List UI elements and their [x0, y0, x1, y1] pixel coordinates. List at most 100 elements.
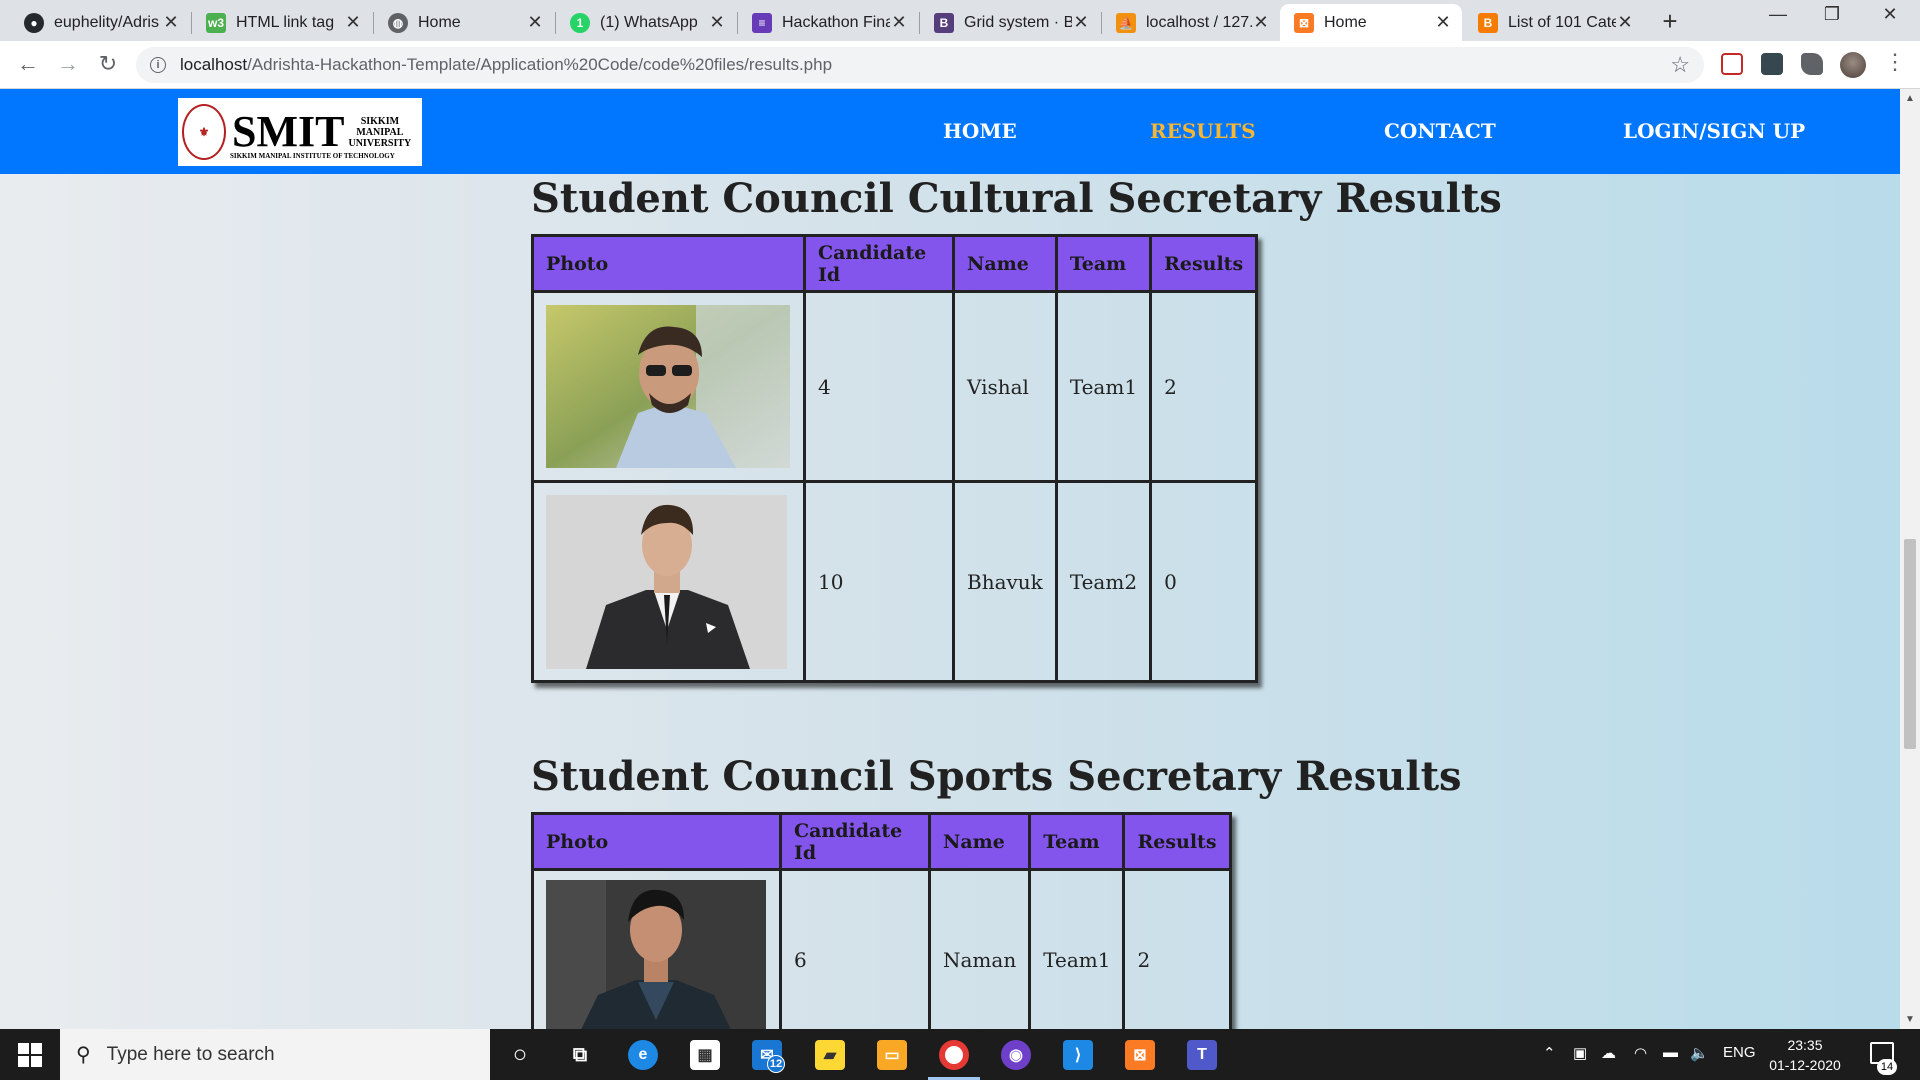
- clock-time: 23:35: [1787, 1037, 1823, 1053]
- col-candidate-id: Candidate Id: [803, 234, 955, 293]
- tab-hackathon[interactable]: ≡ Hackathon Fina ✕: [738, 4, 918, 41]
- edge-icon[interactable]: e: [628, 1040, 658, 1070]
- tab-phpmyadmin[interactable]: ⛵ localhost / 127. ✕: [1102, 4, 1280, 41]
- file-explorer-icon[interactable]: ▭: [877, 1040, 907, 1070]
- reload-icon[interactable]: ↻: [94, 51, 122, 77]
- candidate-photo-vishal: [546, 305, 790, 468]
- profile-avatar[interactable]: [1840, 52, 1866, 78]
- restore-button[interactable]: ❐: [1812, 4, 1852, 25]
- tab-bootstrap-grid[interactable]: B Grid system · B ✕: [920, 4, 1100, 41]
- tab-html-link-tag[interactable]: w3 HTML link tag ✕: [192, 4, 372, 41]
- table-header-row: Photo Candidate Id Name Team Results: [531, 812, 1232, 871]
- table-header-row: Photo Candidate Id Name Team Results: [531, 234, 1259, 293]
- tab-title: (1) WhatsApp: [600, 13, 698, 31]
- close-icon[interactable]: ✕: [526, 12, 544, 33]
- store-icon[interactable]: ▦: [690, 1040, 720, 1070]
- xampp-icon: ⊠: [1294, 12, 1314, 33]
- tab-title: Home: [418, 13, 461, 31]
- w3schools-icon: w3: [206, 12, 226, 33]
- taskbar-clock[interactable]: 23:35 01-12-2020: [1760, 1035, 1850, 1075]
- scrollbar-thumb[interactable]: [1904, 539, 1916, 749]
- back-icon[interactable]: ←: [14, 51, 42, 77]
- tab-title: Hackathon Fina: [782, 13, 890, 31]
- tab-title: Grid system · B: [964, 13, 1072, 31]
- url-input[interactable]: i localhost/Adrishta-Hackathon-Template/…: [136, 47, 1704, 83]
- candidate-team-cell: Team2: [1054, 480, 1153, 683]
- minimize-button[interactable]: —: [1758, 4, 1798, 25]
- whatsapp-icon: 1: [570, 12, 590, 33]
- close-icon[interactable]: ✕: [708, 12, 726, 33]
- tab-home-active[interactable]: ⊠ Home ✕: [1280, 4, 1462, 41]
- forward-icon[interactable]: →: [54, 51, 82, 77]
- notification-count-badge: 14: [1877, 1059, 1897, 1075]
- scroll-down-icon[interactable]: ▼: [1905, 1014, 1915, 1025]
- cultural-results-table: Photo Candidate Id Name Team Results 4 V…: [531, 234, 1259, 683]
- volume-icon[interactable]: 🔈: [1690, 1044, 1709, 1062]
- tab-blogger[interactable]: B List of 101 Cate ✕: [1464, 4, 1644, 41]
- sports-results-table: Photo Candidate Id Name Team Results 6 N…: [531, 812, 1232, 1029]
- col-photo: Photo: [531, 234, 806, 293]
- photo-cell: [531, 868, 782, 1029]
- smit-logo[interactable]: ⚜ SMIT SIKKIM MANIPAL UNIVERSITY SIKKIM …: [178, 98, 422, 166]
- show-hidden-icons[interactable]: ⌃: [1543, 1044, 1556, 1062]
- close-icon[interactable]: ✕: [1072, 12, 1090, 33]
- close-icon[interactable]: ✕: [344, 12, 362, 33]
- vscode-icon[interactable]: ⟩: [1063, 1040, 1093, 1070]
- nav-home-link[interactable]: HOME: [943, 119, 1017, 143]
- news-extension-icon[interactable]: [1761, 53, 1783, 75]
- wifi-icon[interactable]: ◠: [1634, 1044, 1647, 1062]
- tab-title: HTML link tag: [236, 13, 335, 31]
- taskbar-search-input[interactable]: ⚲ Type here to search: [60, 1029, 490, 1080]
- extensions-puzzle-icon[interactable]: [1801, 53, 1823, 75]
- scroll-up-icon[interactable]: ▲: [1905, 93, 1915, 104]
- tab-github[interactable]: ● euphelity/Adris ✕: [10, 4, 190, 41]
- windows-start-icon[interactable]: [18, 1043, 42, 1067]
- sticky-notes-icon[interactable]: ▰: [815, 1040, 845, 1070]
- github-desktop-icon[interactable]: ◉: [1001, 1040, 1031, 1070]
- new-tab-button[interactable]: +: [1655, 6, 1685, 37]
- mail-badge: 12: [767, 1055, 785, 1073]
- logo-university-text: SIKKIM MANIPAL UNIVERSITY: [348, 115, 412, 149]
- url-host: localhost: [180, 55, 248, 74]
- candidate-name-cell: Vishal: [952, 290, 1058, 483]
- task-view-icon[interactable]: ⧉: [565, 1040, 595, 1070]
- cortana-icon[interactable]: ○: [505, 1040, 535, 1070]
- candidate-photo-naman: [546, 879, 766, 1029]
- close-icon[interactable]: ✕: [1616, 12, 1634, 33]
- xampp-taskbar-icon[interactable]: ⊠: [1125, 1040, 1155, 1070]
- table-row: 4 Vishal Team1 2: [531, 290, 1259, 483]
- meet-now-icon[interactable]: ▣: [1573, 1044, 1587, 1062]
- browser-menu-icon[interactable]: ⋮: [1884, 49, 1906, 75]
- search-icon: ⚲: [76, 1044, 91, 1066]
- browser-tab-strip: ● euphelity/Adris ✕ w3 HTML link tag ✕ ◍…: [0, 0, 1920, 41]
- table-row: 10 Bhavuk Team2 0: [531, 480, 1259, 683]
- site-navbar: ⚜ SMIT SIKKIM MANIPAL UNIVERSITY SIKKIM …: [0, 89, 1900, 174]
- bookmark-star-icon[interactable]: ☆: [1670, 52, 1690, 78]
- pocket-extension-icon[interactable]: [1721, 53, 1743, 75]
- info-icon[interactable]: i: [150, 57, 166, 73]
- page-scrollbar[interactable]: ▲ ▼: [1900, 89, 1920, 1029]
- bootstrap-icon: B: [934, 12, 954, 33]
- close-window-button[interactable]: ✕: [1870, 4, 1910, 25]
- tab-whatsapp[interactable]: 1 (1) WhatsApp ✕: [556, 4, 736, 41]
- candidate-name-cell: Bhavuk: [952, 480, 1058, 683]
- close-icon[interactable]: ✕: [1434, 12, 1452, 33]
- nav-results-link[interactable]: RESULTS: [1150, 119, 1256, 143]
- col-photo: Photo: [531, 812, 782, 871]
- nav-contact-link[interactable]: CONTACT: [1384, 119, 1496, 143]
- close-icon[interactable]: ✕: [1252, 12, 1270, 33]
- tab-home[interactable]: ◍ Home ✕: [374, 4, 554, 41]
- language-indicator[interactable]: ENG: [1723, 1044, 1756, 1061]
- battery-icon[interactable]: ▬: [1663, 1044, 1678, 1061]
- close-icon[interactable]: ✕: [162, 12, 180, 33]
- url-path: /Adrishta-Hackathon-Template/Application…: [247, 55, 833, 74]
- close-icon[interactable]: ✕: [890, 12, 908, 33]
- nav-login-signup-link[interactable]: LOGIN/SIGN UP: [1623, 119, 1805, 143]
- cultural-secretary-title: Student Council Cultural Secretary Resul…: [531, 175, 1502, 222]
- candidate-team-cell: Team1: [1028, 868, 1126, 1029]
- onedrive-icon[interactable]: ☁: [1601, 1044, 1616, 1062]
- chrome-icon[interactable]: [939, 1040, 969, 1070]
- tab-title: List of 101 Cate: [1508, 13, 1616, 31]
- address-bar-row: ← → ↻ i localhost/Adrishta-Hackathon-Tem…: [0, 41, 1920, 89]
- teams-icon[interactable]: T: [1187, 1040, 1217, 1070]
